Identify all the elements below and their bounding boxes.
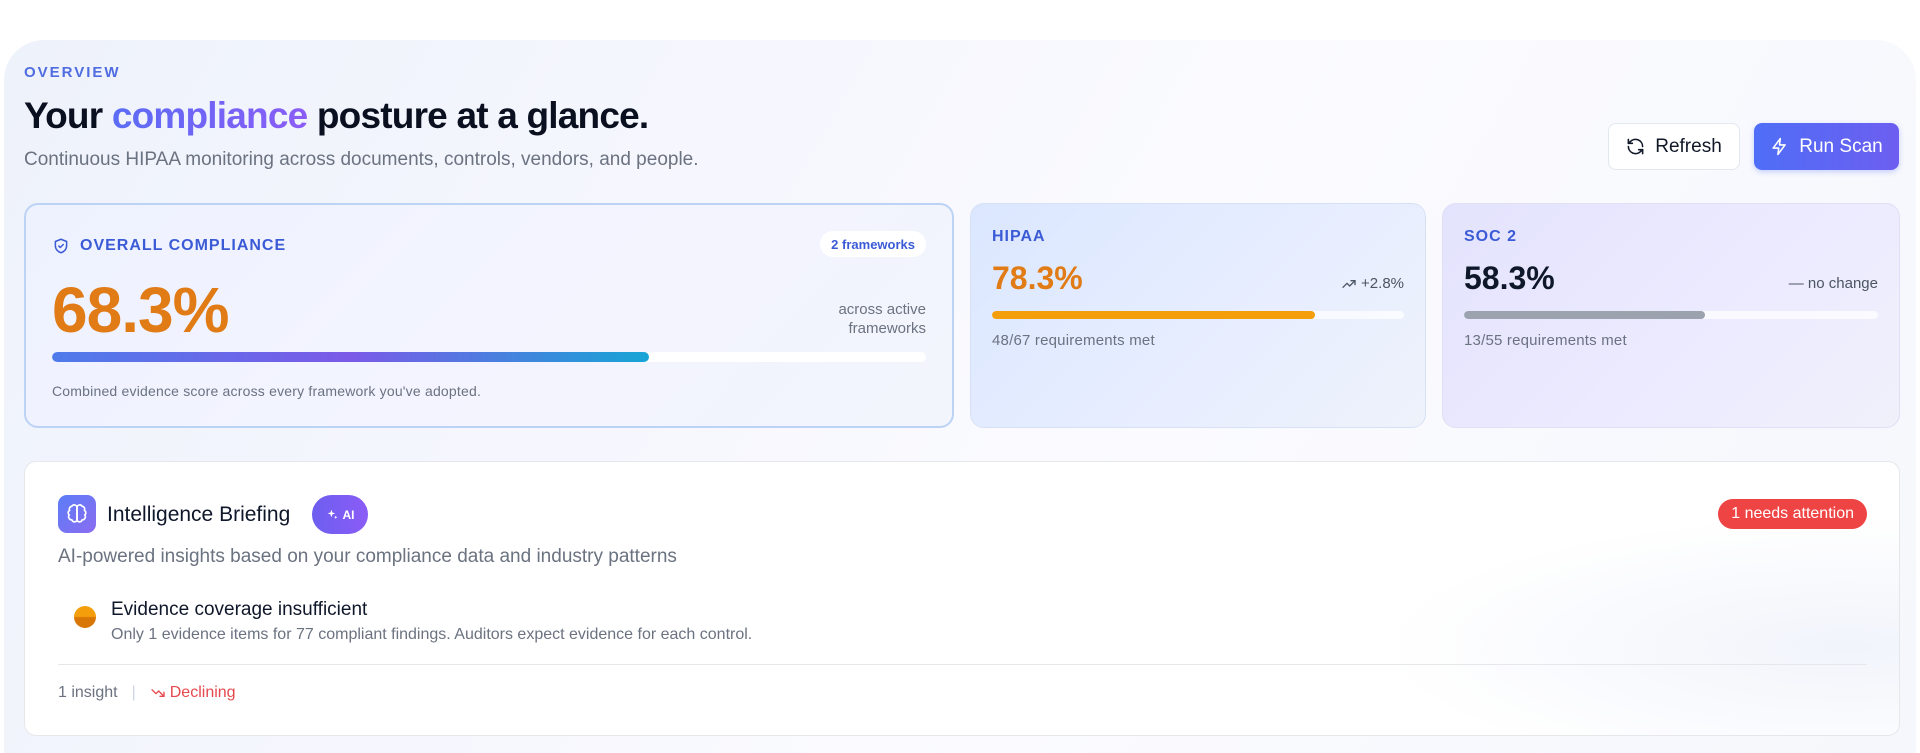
- trend-label: Declining: [169, 684, 236, 701]
- shield-icon: [54, 238, 68, 254]
- briefing-footer: 1 insight | Declining: [58, 684, 236, 702]
- framework-card-hipaa[interactable]: HIPAA 78.3% +2.8% 48/67 requirements met: [970, 203, 1426, 428]
- page-header: OVERVIEW Your compliance posture at a gl…: [24, 64, 699, 171]
- ai-badge-label: AI: [342, 507, 355, 522]
- refresh-label: Refresh: [1655, 135, 1722, 157]
- run-scan-label: Run Scan: [1799, 135, 1883, 157]
- needs-attention-badge[interactable]: 1 needs attention: [1718, 499, 1867, 529]
- refresh-icon: [1627, 138, 1644, 155]
- briefing-title: Intelligence Briefing: [107, 503, 291, 526]
- insight-title[interactable]: Evidence coverage insufficient: [111, 599, 367, 621]
- title-part-1: Your: [24, 95, 112, 136]
- page-subtitle: Continuous HIPAA monitoring across docum…: [24, 149, 699, 170]
- overall-progress-fill: [52, 352, 649, 362]
- framework-name: SOC 2: [1464, 228, 1518, 245]
- title-part-2: posture at a glance.: [307, 95, 649, 136]
- ai-badge: AI: [312, 495, 368, 534]
- framework-name: HIPAA: [992, 228, 1046, 245]
- framework-score: 58.3%: [1464, 260, 1555, 296]
- framework-progress-fill: [992, 311, 1315, 319]
- page-title: Your compliance posture at a glance.: [24, 95, 699, 137]
- framework-score: 78.3%: [992, 260, 1083, 296]
- trending-up-icon: [1342, 279, 1356, 288]
- overall-progress-bar: [52, 352, 926, 362]
- brain-icon: [58, 495, 96, 533]
- intelligence-briefing-panel: Intelligence Briefing AI 1 needs attenti…: [24, 461, 1900, 736]
- framework-change: +2.8%: [1341, 275, 1404, 292]
- decorative-background: [1379, 515, 1899, 735]
- run-scan-button[interactable]: Run Scan: [1754, 123, 1899, 170]
- trend-indicator: Declining: [150, 684, 236, 702]
- briefing-subtitle: AI-powered insights based on your compli…: [58, 546, 677, 567]
- framework-change: — no change: [1789, 275, 1878, 292]
- overall-compliance-heading: OVERALL COMPLIANCE: [52, 237, 286, 255]
- frameworks-badge: 2 frameworks: [820, 231, 926, 257]
- overall-compliance-card[interactable]: OVERALL COMPLIANCE 2 frameworks 68.3% ac…: [24, 203, 954, 428]
- framework-progress-bar: [992, 311, 1404, 319]
- framework-requirements: 13/55 requirements met: [1464, 332, 1627, 349]
- overall-compliance-label: OVERALL COMPLIANCE: [80, 237, 287, 254]
- footer-separator: |: [131, 684, 136, 701]
- framework-requirements: 48/67 requirements met: [992, 332, 1155, 349]
- title-accent: compliance: [111, 95, 308, 136]
- framework-progress-fill: [1464, 311, 1706, 319]
- overall-compliance-description: Combined evidence score across every fra…: [52, 383, 482, 399]
- section-eyebrow: OVERVIEW: [24, 64, 121, 81]
- overall-compliance-note: across active frameworks: [838, 301, 926, 337]
- trending-down-icon: [151, 689, 165, 697]
- framework-change-value: — no change: [1788, 275, 1878, 292]
- insight-count: 1 insight: [58, 684, 118, 701]
- insight-severity-icon: [74, 606, 96, 628]
- insight-description: Only 1 evidence items for 77 compliant f…: [111, 626, 753, 643]
- divider: [58, 664, 1867, 665]
- lightning-icon: [1772, 137, 1787, 156]
- framework-change-value: +2.8%: [1361, 275, 1404, 292]
- overall-compliance-value: 68.3%: [52, 274, 229, 346]
- framework-card-soc2[interactable]: SOC 2 58.3% — no change 13/55 requiremen…: [1442, 203, 1900, 428]
- sparkles-icon: [327, 509, 337, 519]
- framework-progress-bar: [1464, 311, 1878, 319]
- refresh-button[interactable]: Refresh: [1608, 123, 1740, 170]
